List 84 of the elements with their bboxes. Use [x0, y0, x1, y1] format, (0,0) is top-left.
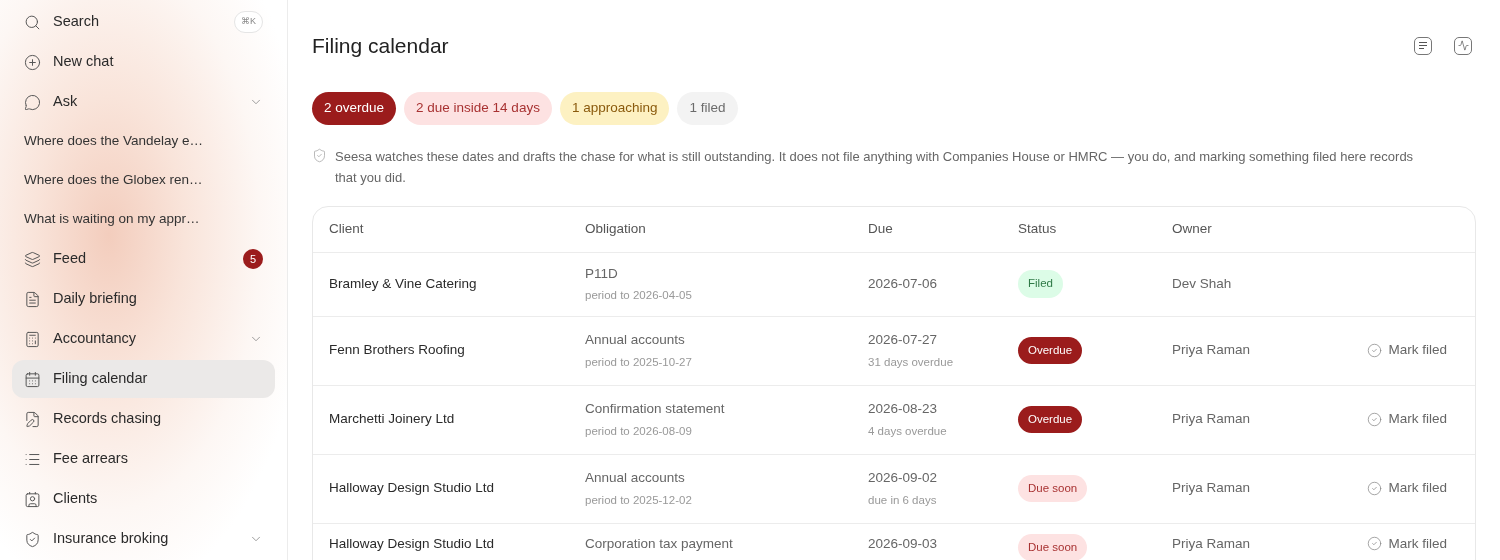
mark-filed-button[interactable]: Mark filed [1367, 478, 1447, 499]
sidebar-item[interactable]: New chat [12, 43, 275, 81]
mark-filed-button[interactable]: Mark filed [1367, 533, 1447, 554]
sidebar-item[interactable]: Clients [12, 480, 275, 518]
status-pill: Due soon [1018, 474, 1088, 503]
owner-name: Priya Raman [1172, 479, 1252, 498]
speech-bubble-icon [24, 93, 41, 111]
chat-history-item[interactable]: Where does the Vandelay e… [12, 122, 275, 161]
client-name: Marchetti Joinery Ltd [329, 410, 456, 429]
filter-chip[interactable]: 1 filed [677, 91, 738, 125]
check-circle-icon [1367, 536, 1383, 552]
due-note: due in 6 days [868, 492, 938, 508]
document-icon[interactable] [1414, 36, 1432, 55]
owner-name: Dev Shah [1172, 274, 1233, 293]
sidebar-item[interactable]: Ask [12, 83, 275, 121]
client-name: Halloway Design Studio Ltd [329, 534, 496, 553]
due-date: 2026-09-02 [868, 469, 939, 488]
mark-filed-label: Mark filed [1388, 479, 1447, 498]
status-pill: Overdue [1018, 405, 1083, 434]
sidebar-item[interactable]: Filing calendar [12, 360, 275, 398]
plus-circle-icon [24, 53, 41, 71]
obligation-name: Corporation tax payment [585, 534, 734, 553]
status-pill: Due soon [1018, 533, 1088, 560]
chat-history-item[interactable]: Where does the Globex ren… [12, 161, 275, 200]
sidebar-item[interactable]: Feed 5 [12, 240, 275, 278]
shield-check-icon [312, 147, 327, 163]
due-note: 31 days overdue [868, 354, 955, 370]
check-circle-icon [1367, 481, 1383, 496]
filter-chip[interactable]: 2 due inside 14 days [404, 91, 552, 125]
period-text: period to 2026-08-09 [585, 423, 693, 439]
layers-icon [24, 250, 41, 268]
due-date: 2026-07-27 [868, 331, 939, 350]
column-header: Owner [1172, 219, 1213, 238]
owner-name: Priya Raman [1172, 341, 1252, 360]
sidebar-item[interactable]: Search ⌘K [12, 3, 275, 41]
due-date: 2026-09-03 [868, 534, 939, 553]
column-header: Client [329, 219, 365, 238]
pen-document-icon [24, 410, 41, 428]
check-circle-icon [1367, 343, 1383, 358]
mark-filed-label: Mark filed [1388, 341, 1447, 360]
owner-name: Priya Raman [1172, 534, 1252, 553]
client-name: Halloway Design Studio Ltd [329, 479, 496, 498]
obligation-name: Annual accounts [585, 331, 686, 350]
sidebar-item[interactable]: Insurance broking [12, 520, 275, 558]
search-icon [24, 13, 41, 31]
sidebar-item[interactable]: Records chasing [12, 400, 275, 438]
check-circle-icon [1367, 412, 1383, 427]
sidebar-item[interactable]: Accountancy [12, 320, 275, 358]
mark-filed-button[interactable]: Mark filed [1367, 409, 1447, 430]
period-text: period to 2025-12-02 [585, 492, 693, 508]
shield-check-icon [24, 530, 41, 548]
column-header: Obligation [585, 219, 647, 238]
document-icon [24, 290, 41, 308]
calendar-icon [24, 370, 41, 388]
sidebar-item[interactable]: Daily briefing [12, 280, 275, 318]
obligation-name: Confirmation statement [585, 400, 726, 419]
mark-filed-button[interactable]: Mark filed [1367, 340, 1447, 361]
sidebar-item[interactable]: Fee arrears [12, 440, 275, 478]
period-text: period to 2025-10-27 [585, 354, 693, 370]
count-badge: 5 [243, 249, 263, 269]
chat-history-item[interactable]: What is waiting on my appr… [12, 200, 275, 239]
status-pill: Overdue [1018, 336, 1083, 365]
due-date: 2026-07-06 [868, 274, 939, 293]
client-name: Fenn Brothers Roofing [329, 341, 466, 360]
calculator-icon [24, 330, 41, 348]
mark-filed-label: Mark filed [1388, 410, 1447, 429]
shortcut-key: ⌘K [234, 11, 263, 33]
due-date: 2026-08-23 [868, 400, 939, 419]
page-title: Filing calendar [312, 33, 449, 59]
period-text: period to 2026-04-05 [585, 288, 693, 303]
info-note: Seesa watches these dates and drafts the chase for what is still outstanding. It does not file anything with Companies House or HMRC — you do, and marking something filed here records that you did. [335, 147, 1415, 187]
filter-chip[interactable]: 1 approaching [559, 91, 670, 125]
due-note: 4 days overdue [868, 423, 948, 439]
mark-filed-label: Mark filed [1388, 534, 1447, 553]
filter-chip[interactable]: 2 overdue [312, 91, 397, 125]
column-header: Due [868, 219, 894, 238]
activity-icon[interactable] [1454, 36, 1472, 55]
obligation-name: Annual accounts [585, 469, 686, 488]
contact-card-icon [24, 490, 41, 508]
obligation-name: P11D [585, 264, 619, 283]
client-name: Bramley & Vine Catering [329, 274, 478, 293]
owner-name: Priya Raman [1172, 410, 1252, 429]
status-pill: Filed [1018, 270, 1063, 298]
column-header: Status [1018, 219, 1058, 238]
